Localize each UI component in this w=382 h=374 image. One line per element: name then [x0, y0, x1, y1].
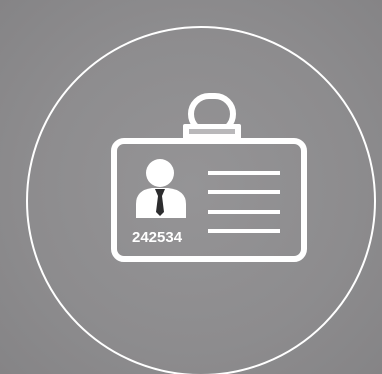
id-card-illustration: 242534	[0, 0, 382, 374]
id-badge-icon: 242534	[26, 26, 376, 374]
person-icon	[136, 159, 186, 218]
text-lines-icon	[208, 171, 280, 233]
badge-number: 242534	[132, 229, 183, 246]
circle-outline-icon	[26, 26, 376, 374]
badge-clip-icon	[183, 93, 241, 140]
